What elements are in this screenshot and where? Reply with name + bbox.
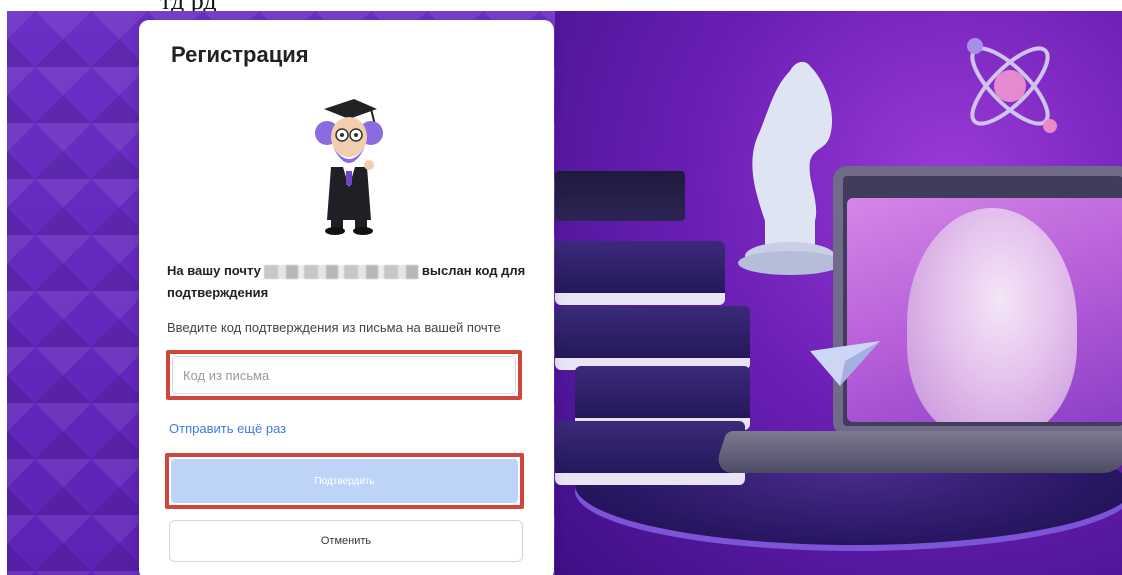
registration-screen: тд рд Регистрация На вашу почту выслан к… [0,0,1122,575]
graduation-cap-illustration [555,171,685,221]
book-illustration [555,241,725,305]
paper-plane-illustration [810,341,880,386]
blurred-email [263,264,419,279]
cancel-button[interactable]: Отменить [169,520,523,562]
resend-code-link[interactable]: Отправить ещё раз [169,421,286,436]
book-illustration [555,421,745,485]
laptop-screen-illustration [833,166,1122,436]
registration-card: Регистрация На вашу почту выслан код для … [139,20,554,575]
chess-knight-illustration [738,61,842,275]
statue-head-illustration [907,208,1077,422]
page-title: Регистрация [171,42,309,67]
book-illustration [555,306,750,370]
code-input-highlight [166,350,522,400]
laptop-display-illustration [847,198,1122,422]
confirm-button[interactable]: Подтвердить [171,459,518,503]
info-prefix: На вашу почту [167,263,261,278]
education-illustration [555,11,1122,575]
laptop-keyboard-illustration [713,431,1122,473]
email-sent-message: На вашу почту выслан код для подтверждени… [167,260,537,304]
atom-illustration [967,38,1057,133]
code-instruction: Введите код подтверждения из письма на в… [167,320,501,335]
professor-mascot-icon [315,99,383,235]
confirm-button-highlight: Подтвердить [165,453,524,509]
code-input[interactable] [172,356,516,394]
